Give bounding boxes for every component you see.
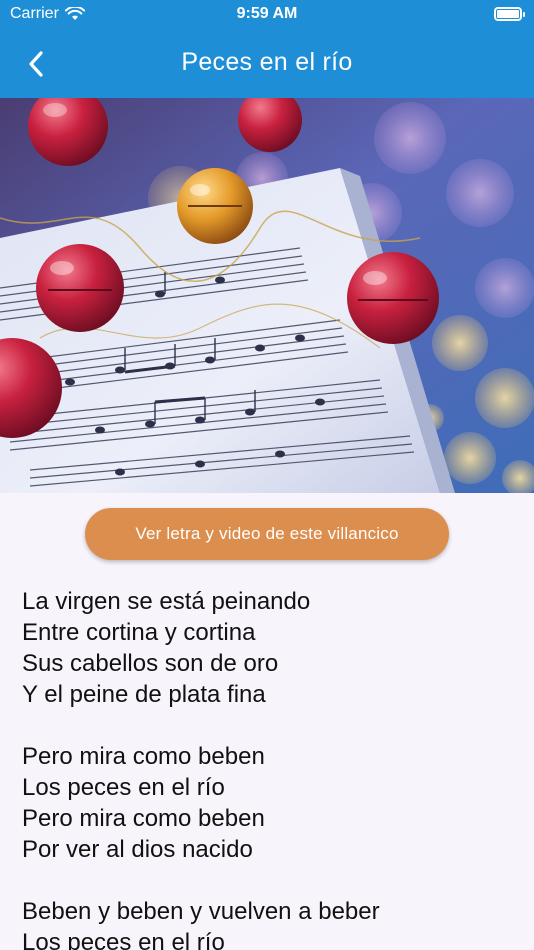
lyrics-stanza: Beben y beben y vuelven a beber Los pece… [22, 896, 522, 950]
lyrics-line: Y el peine de plata fina [22, 681, 266, 708]
status-bar: Carrier 9:59 AM [0, 0, 534, 30]
lyrics-line: Pero mira como beben [22, 743, 265, 770]
lyrics-line: Entre cortina y cortina [22, 619, 256, 646]
hero-image [0, 98, 534, 493]
lyrics-stanza: Pero mira como beben Los peces en el río… [22, 741, 522, 865]
action-button-container: Ver letra y video de este villancico [0, 508, 534, 560]
lyrics-line: Pero mira como beben [22, 805, 265, 832]
chevron-left-icon [29, 51, 43, 77]
view-lyrics-video-button[interactable]: Ver letra y video de este villancico [85, 508, 449, 560]
top-bar: Carrier 9:59 AM Peces en el río [0, 0, 534, 98]
lyrics-line: Por ver al dios nacido [22, 836, 253, 863]
page-title: Peces en el río [181, 48, 353, 76]
christmas-bells-sheet-music-image [0, 98, 534, 493]
status-time: 9:59 AM [236, 5, 298, 22]
lyrics-line: Los peces en el río [22, 929, 225, 950]
lyrics-stanza: La virgen se está peinando Entre cortina… [22, 586, 522, 710]
lyrics-line: Beben y beben y vuelven a beber [22, 898, 380, 925]
navigation-bar: Peces en el río [0, 30, 534, 98]
back-button[interactable] [16, 44, 56, 84]
battery-icon [494, 7, 525, 21]
lyrics-line: Los peces en el río [22, 774, 225, 801]
lyrics-line: Sus cabellos son de oro [22, 650, 279, 677]
lyrics-text: La virgen se está peinando Entre cortina… [22, 586, 522, 950]
lyrics-line: La virgen se está peinando [22, 588, 311, 615]
